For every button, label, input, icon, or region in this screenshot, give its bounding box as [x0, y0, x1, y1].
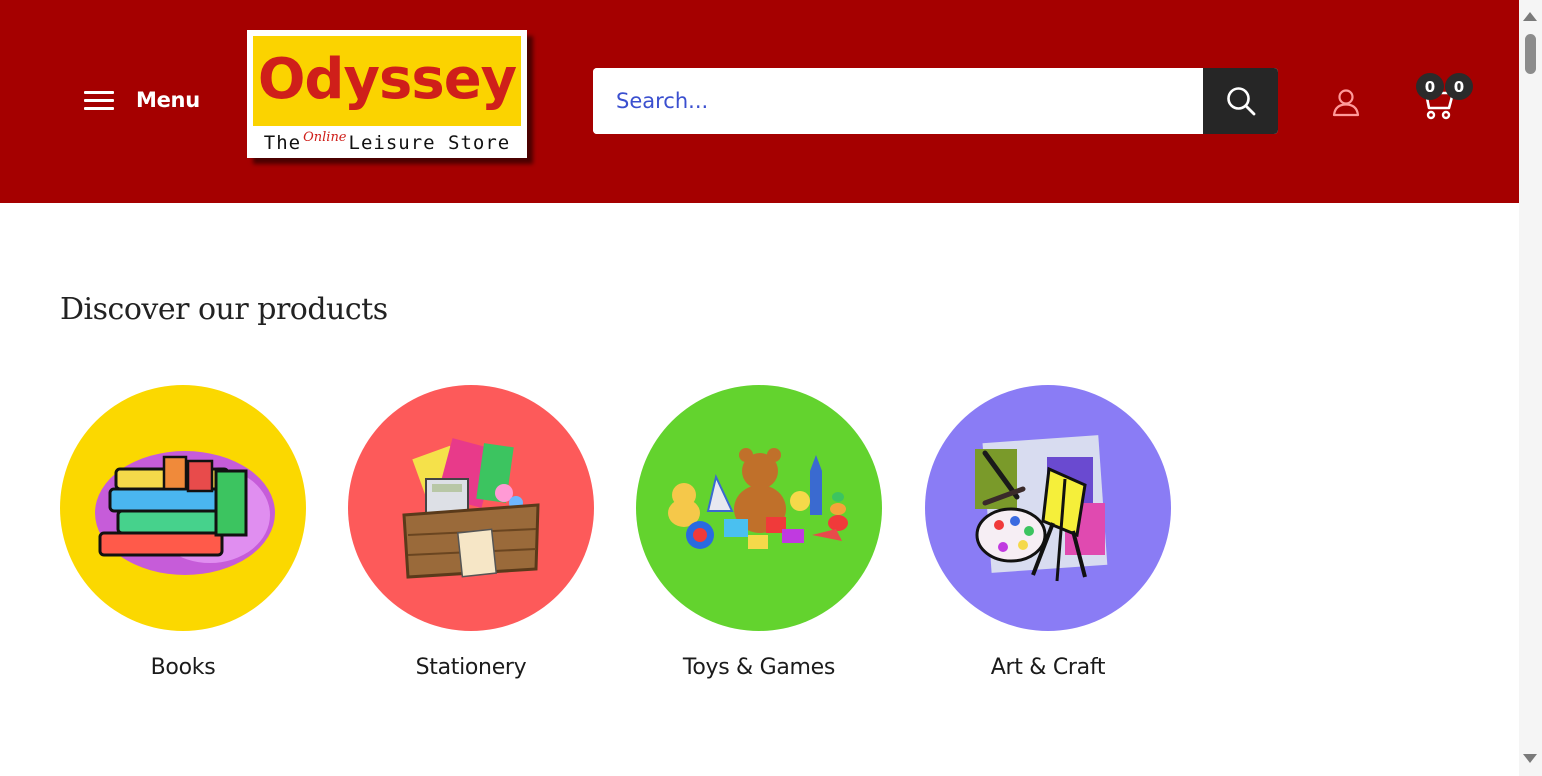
category-books[interactable]: Books — [60, 385, 306, 680]
category-circle[interactable] — [348, 385, 594, 631]
scroll-up-arrow-icon[interactable] — [1523, 12, 1537, 21]
menu-button[interactable]: Menu — [84, 88, 200, 112]
tagline-online: Online — [303, 129, 347, 145]
category-label[interactable]: Toys & Games — [636, 655, 882, 680]
category-art-craft[interactable]: Art & Craft — [925, 385, 1171, 680]
toys-icon — [668, 448, 848, 549]
category-toys-games[interactable]: Toys & Games — [636, 385, 882, 680]
category-stationery[interactable]: Stationery — [348, 385, 594, 680]
search-icon — [1226, 87, 1255, 116]
account-button[interactable] — [1330, 86, 1362, 118]
books-icon — [95, 451, 275, 575]
cart-count-badge: 0 — [1445, 73, 1473, 100]
category-circle[interactable] — [636, 385, 882, 631]
scroll-down-arrow-icon[interactable] — [1523, 754, 1537, 763]
logo-banner: Odyssey — [253, 36, 521, 126]
logo-wordmark: Odyssey — [257, 46, 517, 112]
logo-tagline: The Online Leisure Store — [253, 130, 521, 156]
site-header: Menu Odyssey The Online Leisure Store Se… — [0, 0, 1519, 203]
tagline-the: The — [263, 132, 302, 154]
tagline-leisure-store: Leisure Store — [348, 132, 511, 154]
section-title: Discover our products — [60, 292, 388, 327]
scroll-thumb[interactable] — [1525, 34, 1536, 74]
search-input[interactable] — [593, 68, 1203, 134]
user-icon — [1332, 89, 1360, 117]
category-label[interactable]: Stationery — [348, 655, 594, 680]
search-button[interactable] — [1203, 68, 1278, 134]
search-bar — [593, 68, 1278, 134]
menu-label: Menu — [136, 88, 200, 112]
category-label[interactable]: Art & Craft — [925, 655, 1171, 680]
category-circle[interactable] — [60, 385, 306, 631]
store-logo[interactable]: Odyssey The Online Leisure Store — [247, 30, 527, 158]
stationery-icon — [402, 438, 540, 579]
art-palette-icon — [975, 435, 1108, 582]
category-circle[interactable] — [925, 385, 1171, 631]
hamburger-icon — [84, 89, 114, 111]
vertical-scrollbar[interactable] — [1519, 0, 1542, 776]
category-label[interactable]: Books — [60, 655, 306, 680]
cart-count-badge: 0 — [1416, 73, 1444, 100]
